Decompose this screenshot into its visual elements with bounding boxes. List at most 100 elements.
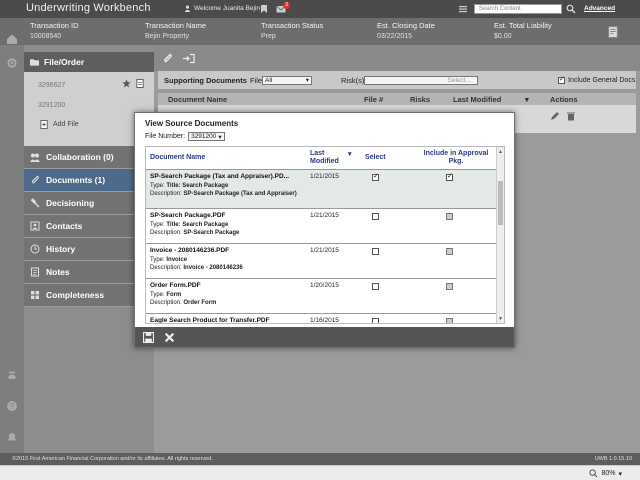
documents-table-header: Document Name File # Risks Last Modified… <box>158 93 636 105</box>
include-approval-checkbox[interactable] <box>446 318 453 323</box>
file-item[interactable]: 3296627 <box>24 75 154 95</box>
transaction-id-label: Transaction ID <box>30 21 79 30</box>
scroll-down-icon[interactable]: ▼ <box>498 316 503 322</box>
file-order-header[interactable]: File/Order <box>24 52 154 72</box>
select-checkbox[interactable] <box>372 248 379 255</box>
edit-transaction-icon[interactable] <box>608 26 619 38</box>
select-checkbox[interactable] <box>372 283 379 290</box>
transaction-status-label: Transaction Status <box>261 21 324 30</box>
settings-icon[interactable] <box>6 57 18 69</box>
search-icon[interactable] <box>566 4 576 14</box>
select-checkbox[interactable] <box>372 318 379 323</box>
phone-icon[interactable] <box>6 369 18 381</box>
last-modified-date: 1/21/2015 <box>310 173 339 180</box>
file-number-select[interactable]: 3291200 ▾ <box>188 132 225 141</box>
document-name[interactable]: Order Form.PDF <box>150 282 201 289</box>
closing-date-label: Est. Closing Date <box>377 21 435 30</box>
trash-icon[interactable] <box>566 111 576 121</box>
col-risks[interactable]: Risks <box>410 95 430 104</box>
description-label: Description: <box>150 191 182 197</box>
description-value: Invoice - 2080146236 <box>183 265 243 271</box>
sort-desc-icon[interactable]: ▾ <box>348 150 352 158</box>
scroll-thumb[interactable] <box>498 181 503 225</box>
nav-label: Contacts <box>46 221 83 231</box>
include-general-checkbox[interactable]: ✓ <box>558 76 565 84</box>
chevron-down-icon: ▾ <box>305 77 309 84</box>
edit-icon[interactable] <box>550 111 560 121</box>
description-label: Description: <box>150 300 182 306</box>
col-document-name[interactable]: Document Name <box>150 154 205 161</box>
include-approval-checkbox[interactable] <box>446 172 453 181</box>
table-row[interactable]: Eagle Search Product for Transfer.PDF 1/… <box>146 314 498 323</box>
transaction-status-value: Prep <box>261 33 276 40</box>
attach-icon[interactable] <box>162 53 173 64</box>
zoom-control[interactable]: 80% ▾ <box>589 469 622 478</box>
table-row[interactable]: SP-Search Package (Tax and Appraiser).PD… <box>146 170 498 209</box>
include-general-label: Include General Docs <box>568 76 636 84</box>
risks-filter-select[interactable]: Select... <box>364 75 478 85</box>
table-row[interactable]: SP-Search Package.PDF Type: Title: Searc… <box>146 209 498 244</box>
type-value: Form <box>166 292 182 298</box>
description-value: SP-Search Package (Tax and Appraiser) <box>183 191 297 197</box>
table-row[interactable]: Order Form.PDF Type: Form Description: O… <box>146 279 498 314</box>
search-input[interactable]: Search Content <box>474 4 562 14</box>
file-filter-select[interactable]: All ▾ <box>262 75 312 85</box>
grid-scrollbar[interactable]: ▲ ▼ <box>496 147 504 323</box>
notes-icon <box>31 267 39 277</box>
star-icon[interactable] <box>122 79 131 88</box>
select-checkbox[interactable] <box>372 213 379 220</box>
contacts-icon <box>30 221 40 231</box>
document-name[interactable]: Invoice - 2080146236.PDF <box>150 247 229 254</box>
transaction-id-value: 10008540 <box>30 33 62 40</box>
last-modified-date: 1/21/2015 <box>310 247 339 254</box>
svg-text:?: ? <box>10 402 15 411</box>
document-name[interactable]: SP-Search Package (Tax and Appraiser).PD… <box>150 173 289 180</box>
select-checkbox[interactable] <box>372 172 379 181</box>
app-title: Underwriting Workbench <box>26 2 151 14</box>
supporting-documents-label: Supporting Documents <box>164 75 247 85</box>
file-filter-label: File <box>250 75 263 85</box>
sort-icon[interactable]: ▾ <box>525 95 529 104</box>
pdf-icon[interactable] <box>136 79 144 88</box>
bell-icon[interactable] <box>6 430 18 442</box>
col-document-name[interactable]: Document Name <box>168 95 227 104</box>
include-approval-checkbox[interactable] <box>446 283 453 290</box>
include-approval-checkbox[interactable] <box>446 248 453 255</box>
folder-icon <box>30 59 39 66</box>
document-name[interactable]: SP-Search Package.PDF <box>150 212 226 219</box>
bookmark-icon[interactable] <box>259 4 269 14</box>
include-approval-checkbox[interactable] <box>446 213 453 220</box>
transaction-name-value: Bejin Property <box>145 33 189 40</box>
document-name[interactable]: Eagle Search Product for Transfer.PDF <box>150 317 270 323</box>
col-last-modified[interactable]: Last Modified <box>310 150 346 166</box>
copyright-text: ©2015 First American Financial Corporati… <box>12 456 213 462</box>
close-icon[interactable] <box>164 332 175 343</box>
home-icon[interactable] <box>6 33 18 45</box>
col-last-modified[interactable]: Last Modified <box>453 95 501 104</box>
document-type: Type: Title: Search Package <box>150 183 228 189</box>
advanced-search-link[interactable]: Advanced <box>584 5 615 12</box>
col-include-approval: Include in Approval Pkg. <box>423 150 489 165</box>
table-row[interactable]: Invoice - 2080146236.PDF Type: Invoice D… <box>146 244 498 279</box>
risks-filter-label: Risk(s) <box>341 75 365 85</box>
source-documents-grid: Document Name Last Modified ▾ Select Inc… <box>145 146 505 324</box>
dialog-footer <box>135 327 514 347</box>
save-icon[interactable] <box>143 331 154 343</box>
file-number: 3296627 <box>38 81 66 89</box>
transaction-id-block: Transaction ID 10008540 <box>30 21 79 40</box>
document-type: Type: Title: Search Package <box>150 222 228 228</box>
page-footer: ©2015 First American Financial Corporati… <box>0 453 640 465</box>
menu-icon[interactable] <box>458 4 468 14</box>
col-file-number[interactable]: File # <box>364 95 383 104</box>
add-file-label: Add File <box>53 120 79 128</box>
file-number-label: File Number: <box>145 133 186 140</box>
type-value: Title: Search Package <box>166 183 229 189</box>
import-icon[interactable] <box>183 53 195 64</box>
scroll-up-icon[interactable]: ▲ <box>498 149 503 155</box>
help-icon[interactable]: ? <box>6 400 18 412</box>
type-value: Invoice <box>166 257 188 263</box>
browser-status-bar: 80% ▾ <box>0 465 640 480</box>
include-general-docs[interactable]: ✓ Include General Docs <box>558 76 636 84</box>
grid-header: Document Name Last Modified ▾ Select Inc… <box>146 147 498 170</box>
welcome-label: Welcome Juanita Bejin <box>194 5 260 12</box>
